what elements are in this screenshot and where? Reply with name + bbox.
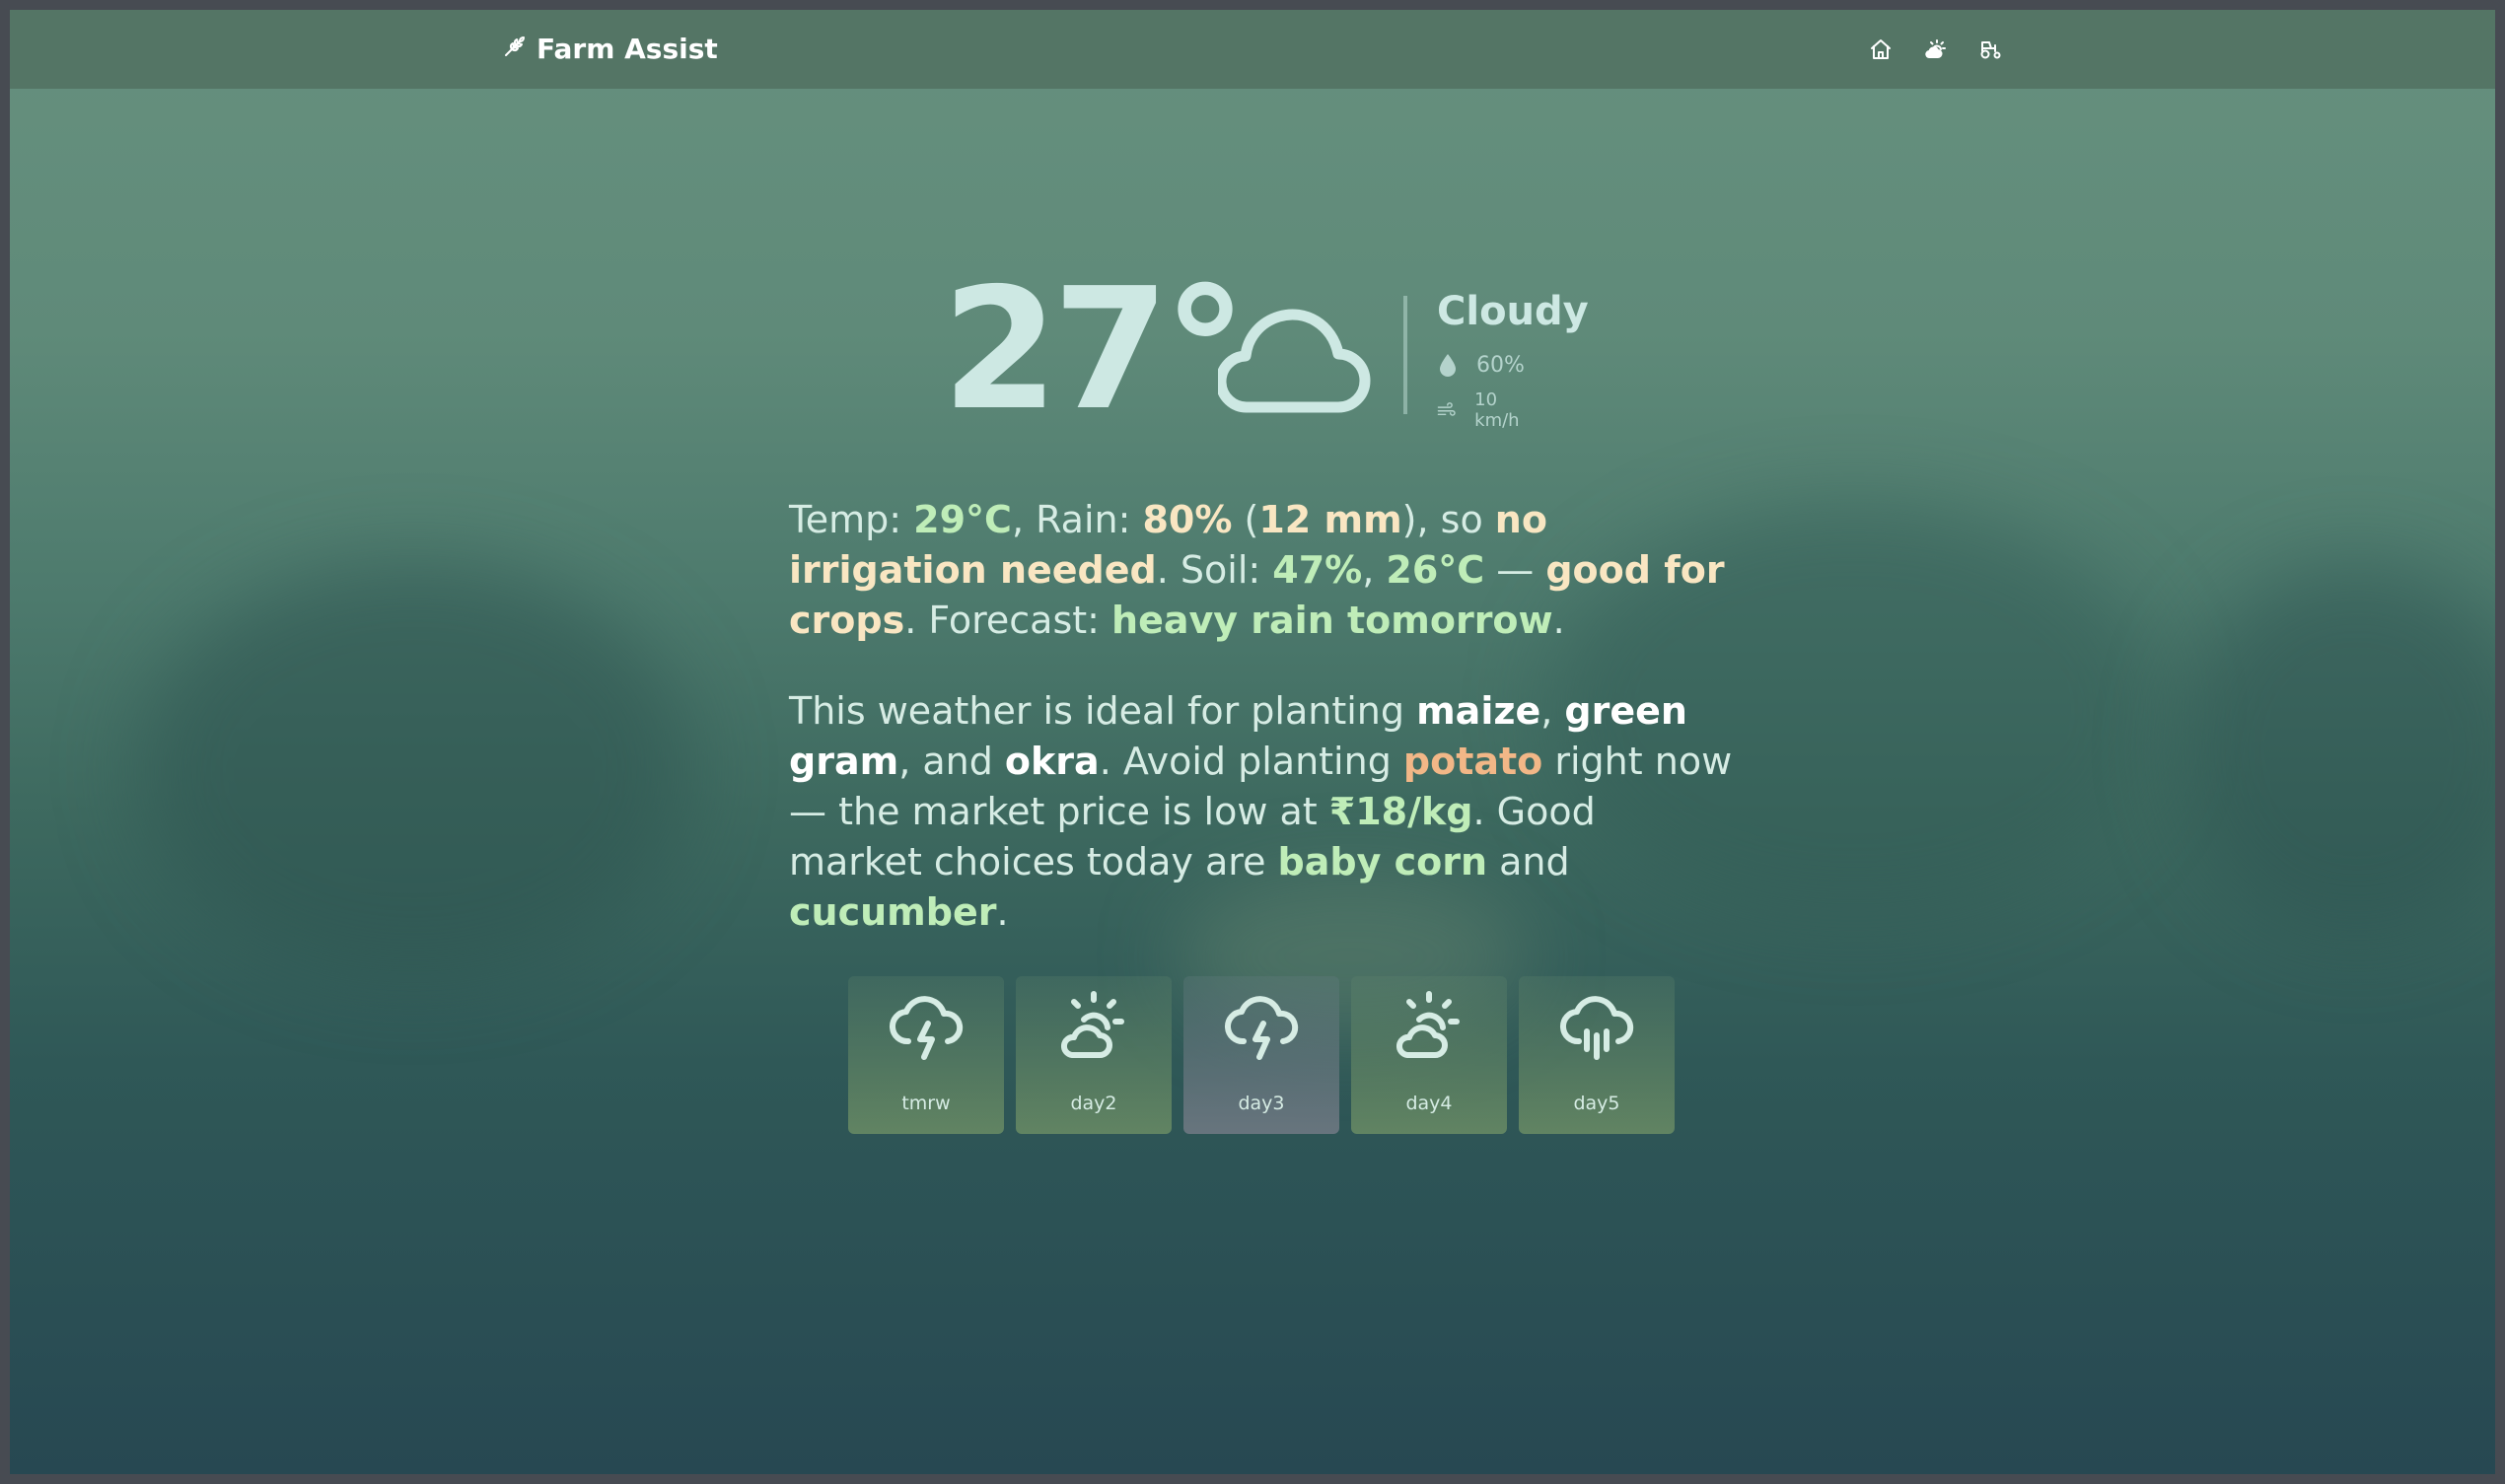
- humidity-value: 60%: [1476, 352, 1525, 378]
- forecast-strip: tmrw day2 day3 day4 day5: [848, 976, 1675, 1134]
- thunderstorm-icon: [1224, 996, 1299, 1060]
- summary-text: , Rain:: [1011, 498, 1143, 541]
- market-choice-baby-corn: baby corn: [1277, 840, 1488, 883]
- forecast-day-day4[interactable]: day4: [1351, 976, 1507, 1134]
- summary-text: Temp:: [789, 498, 914, 541]
- top-bar: Farm Assist: [10, 10, 2495, 89]
- market-price: ₹18/kg: [1328, 790, 1473, 833]
- forecast-day-day5[interactable]: day5: [1519, 976, 1675, 1134]
- partly-sunny-icon: [1396, 991, 1460, 1058]
- rain-icon: [1559, 996, 1634, 1060]
- background-tree-far-right: [2180, 562, 2495, 937]
- app-window: Farm Assist 27° Cloudy 60% 10 km/h Temp:…: [10, 10, 2495, 1474]
- advice-text: .: [996, 890, 1009, 934]
- summary-text: ,: [1362, 548, 1387, 592]
- forecast-day-label: day5: [1573, 1093, 1620, 1114]
- advice-text: This weather is ideal for planting: [789, 689, 1417, 733]
- cloud-icon: [1218, 309, 1371, 413]
- forecast-day-label: tmrw: [901, 1093, 951, 1114]
- app-brand[interactable]: Farm Assist: [503, 24, 718, 73]
- summary-rain: 80%: [1142, 498, 1233, 541]
- nav-home[interactable]: [1866, 30, 1896, 69]
- summary-soil-temp: 26°C: [1386, 548, 1485, 592]
- summary-soil-moisture: 47%: [1272, 548, 1363, 592]
- summary-text: .: [1552, 599, 1565, 642]
- top-nav: [1866, 30, 2006, 69]
- advice-text: ,: [1540, 689, 1565, 733]
- nav-weather[interactable]: [1921, 30, 1951, 69]
- planting-advice: This weather is ideal for planting maize…: [789, 686, 1736, 938]
- forecast-day-day2[interactable]: day2: [1016, 976, 1172, 1134]
- summary-forecast: heavy rain tomorrow: [1111, 599, 1553, 642]
- avoid-crop-potato: potato: [1402, 740, 1543, 783]
- droplet-icon: [1440, 354, 1456, 377]
- wind-value: 10 km/h: [1474, 389, 1520, 431]
- summary-rain-mm: 12 mm: [1258, 498, 1402, 541]
- wind-row: 10 km/h: [1437, 389, 1527, 431]
- nav-farm[interactable]: [1976, 30, 2006, 69]
- summary-text: —: [1484, 548, 1546, 592]
- wind-icon: [1437, 402, 1456, 416]
- advice-text: , and: [898, 740, 1005, 783]
- crop-maize: maize: [1416, 689, 1541, 733]
- summary-text: . Forecast:: [904, 599, 1112, 642]
- current-divider: [1403, 296, 1407, 414]
- summary-text: . Soil:: [1156, 548, 1273, 592]
- condition-text: Cloudy: [1437, 289, 1589, 334]
- advice-text: . Avoid planting: [1099, 740, 1403, 783]
- forecast-day-tmrw[interactable]: tmrw: [848, 976, 1004, 1134]
- summary-text: ), so: [1401, 498, 1495, 541]
- app-title: Farm Assist: [537, 32, 718, 65]
- tractor-icon: [1980, 41, 2001, 59]
- humidity-row: 60%: [1437, 352, 1525, 378]
- forecast-day-label: day3: [1238, 1093, 1285, 1114]
- thunderstorm-icon: [889, 996, 964, 1060]
- advice-text: and: [1487, 840, 1570, 883]
- background-tree-left: [138, 562, 690, 976]
- crop-okra: okra: [1004, 740, 1100, 783]
- sun-cloud-icon: [1925, 39, 1946, 58]
- conditions-summary: Temp: 29°C, Rain: 80% (12 mm), so no irr…: [789, 495, 1736, 646]
- forecast-day-day3[interactable]: day3: [1183, 976, 1339, 1134]
- summary-temp: 29°C: [913, 498, 1012, 541]
- partly-sunny-icon: [1061, 991, 1124, 1058]
- wheat-icon: [503, 33, 527, 65]
- market-choice-cucumber: cucumber: [789, 890, 997, 934]
- forecast-day-label: day4: [1405, 1093, 1453, 1114]
- summary-text: (: [1232, 498, 1259, 541]
- home-icon: [1871, 39, 1891, 59]
- current-temperature: 27°: [942, 252, 1248, 448]
- forecast-day-label: day2: [1070, 1093, 1117, 1114]
